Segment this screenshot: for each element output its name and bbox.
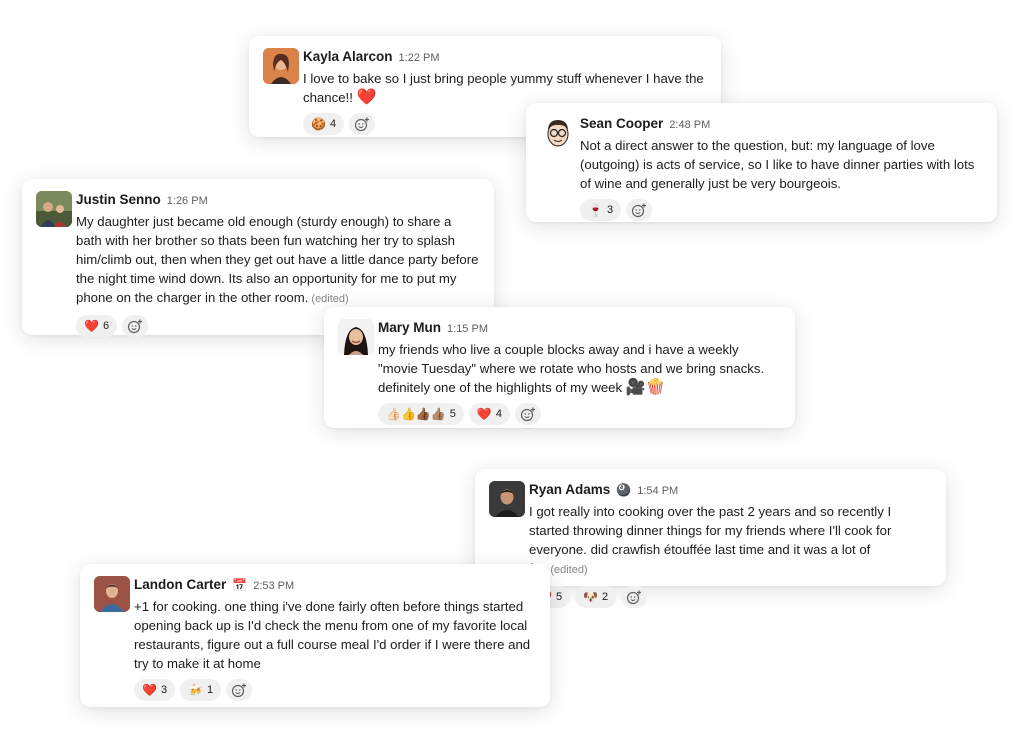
- avatar-image-icon: [36, 191, 72, 227]
- reaction-count: 4: [329, 118, 337, 130]
- author-name[interactable]: Ryan Adams: [529, 481, 610, 499]
- reactions-bar: ❤️ 5 🐶 2: [529, 586, 932, 608]
- author-name[interactable]: Landon Carter: [134, 576, 226, 594]
- timestamp[interactable]: 2:48 PM: [669, 116, 710, 134]
- reaction-heart[interactable]: ❤️ 6: [76, 315, 118, 337]
- message-card-landon: Landon Carter 📅 2:53 PM +1 for cooking. …: [80, 564, 550, 707]
- add-emoji-icon: [232, 683, 247, 698]
- avatar-image-icon: [263, 48, 299, 84]
- add-emoji-icon: [520, 407, 535, 422]
- reaction-heart[interactable]: ❤️ 4: [468, 403, 510, 425]
- beers-icon: 🍻: [188, 683, 204, 697]
- timestamp[interactable]: 1:54 PM: [637, 482, 678, 500]
- message-text: My daughter just became old enough (stur…: [76, 214, 479, 305]
- reactions-bar: ❤️ 3 🍻 1: [134, 679, 536, 701]
- reaction-dog[interactable]: 🐶 2: [575, 586, 617, 608]
- reaction-count: 1: [207, 684, 214, 696]
- add-reaction-button[interactable]: [122, 315, 149, 337]
- author-name[interactable]: Sean Cooper: [580, 115, 663, 133]
- reaction-count: 5: [449, 408, 456, 420]
- reaction-count: 4: [495, 408, 502, 420]
- reaction-count: 2: [602, 591, 609, 603]
- movie-popcorn-emoji: 🎥🍿: [625, 379, 666, 396]
- edited-label: (edited): [550, 564, 588, 576]
- message-text: Not a direct answer to the question, but…: [580, 138, 975, 191]
- calendar-icon[interactable]: 📅: [232, 576, 247, 594]
- message-text: +1 for cooking. one thing i've done fair…: [134, 599, 531, 671]
- add-emoji-icon: [354, 117, 370, 132]
- timestamp[interactable]: 1:22 PM: [399, 49, 440, 67]
- avatar-image-icon: [489, 481, 525, 517]
- reaction-beers[interactable]: 🍻 1: [180, 679, 222, 701]
- reactions-bar: 👍🏻👍👍🏾👍🏽 5 ❤️ 4: [378, 403, 781, 425]
- reaction-count: 3: [160, 684, 168, 696]
- thumbs-up-icon: 👍🏻👍👍🏾👍🏽: [386, 407, 446, 421]
- heart-emoji: ❤️: [356, 89, 377, 106]
- author-name[interactable]: Justin Senno: [76, 191, 161, 209]
- add-reaction-button[interactable]: [621, 586, 648, 608]
- avatar[interactable]: [338, 319, 374, 355]
- reaction-count: 6: [102, 320, 110, 332]
- timestamp[interactable]: 1:15 PM: [447, 320, 488, 338]
- avatar[interactable]: [94, 576, 130, 612]
- heart-icon: ❤️: [84, 319, 99, 333]
- message-text: I got really into cooking over the past …: [529, 504, 892, 576]
- add-emoji-icon: [631, 203, 647, 218]
- edited-label: (edited): [311, 293, 349, 305]
- timestamp[interactable]: 1:26 PM: [167, 192, 208, 210]
- add-reaction-button[interactable]: [626, 199, 653, 221]
- avatar-image-icon: [338, 319, 374, 355]
- message-card-mary: Mary Mun 1:15 PM my friends who live a c…: [324, 307, 795, 428]
- cookie-icon: 🍪: [311, 117, 326, 131]
- reaction-heart[interactable]: ❤️ 3: [134, 679, 176, 701]
- heart-icon: ❤️: [142, 683, 157, 697]
- author-name[interactable]: Mary Mun: [378, 319, 441, 337]
- wine-glass-icon: 🍷: [588, 203, 603, 217]
- heart-icon: ❤️: [476, 407, 492, 421]
- message-text: my friends who live a couple blocks away…: [378, 342, 765, 396]
- reaction-cookie[interactable]: 🍪 4: [303, 113, 345, 135]
- message-card-sean: Sean Cooper 2:48 PM Not a direct answer …: [526, 103, 997, 222]
- status-emoji-icon[interactable]: 🎱: [616, 481, 631, 499]
- avatar[interactable]: [540, 115, 576, 151]
- add-reaction-button[interactable]: [226, 679, 253, 701]
- author-name[interactable]: Kayla Alarcon: [303, 48, 393, 66]
- reaction-count: 3: [606, 204, 614, 216]
- reaction-wine[interactable]: 🍷 3: [580, 199, 622, 221]
- timestamp[interactable]: 2:53 PM: [253, 577, 294, 595]
- add-emoji-icon: [627, 590, 642, 605]
- avatar-image-icon: [94, 576, 130, 612]
- add-reaction-button[interactable]: [349, 113, 376, 135]
- avatar[interactable]: [489, 481, 525, 517]
- add-emoji-icon: [127, 319, 143, 334]
- avatar-image-icon: [540, 115, 576, 151]
- dog-icon: 🐶: [583, 590, 599, 604]
- message-text: I love to bake so I just bring people yu…: [303, 71, 704, 106]
- avatar[interactable]: [263, 48, 299, 84]
- reaction-thumbs-up[interactable]: 👍🏻👍👍🏾👍🏽 5: [378, 403, 464, 425]
- add-reaction-button[interactable]: [514, 403, 541, 425]
- reaction-count: 5: [555, 591, 563, 603]
- avatar[interactable]: [36, 191, 72, 227]
- reactions-bar: 🍷 3: [580, 199, 983, 221]
